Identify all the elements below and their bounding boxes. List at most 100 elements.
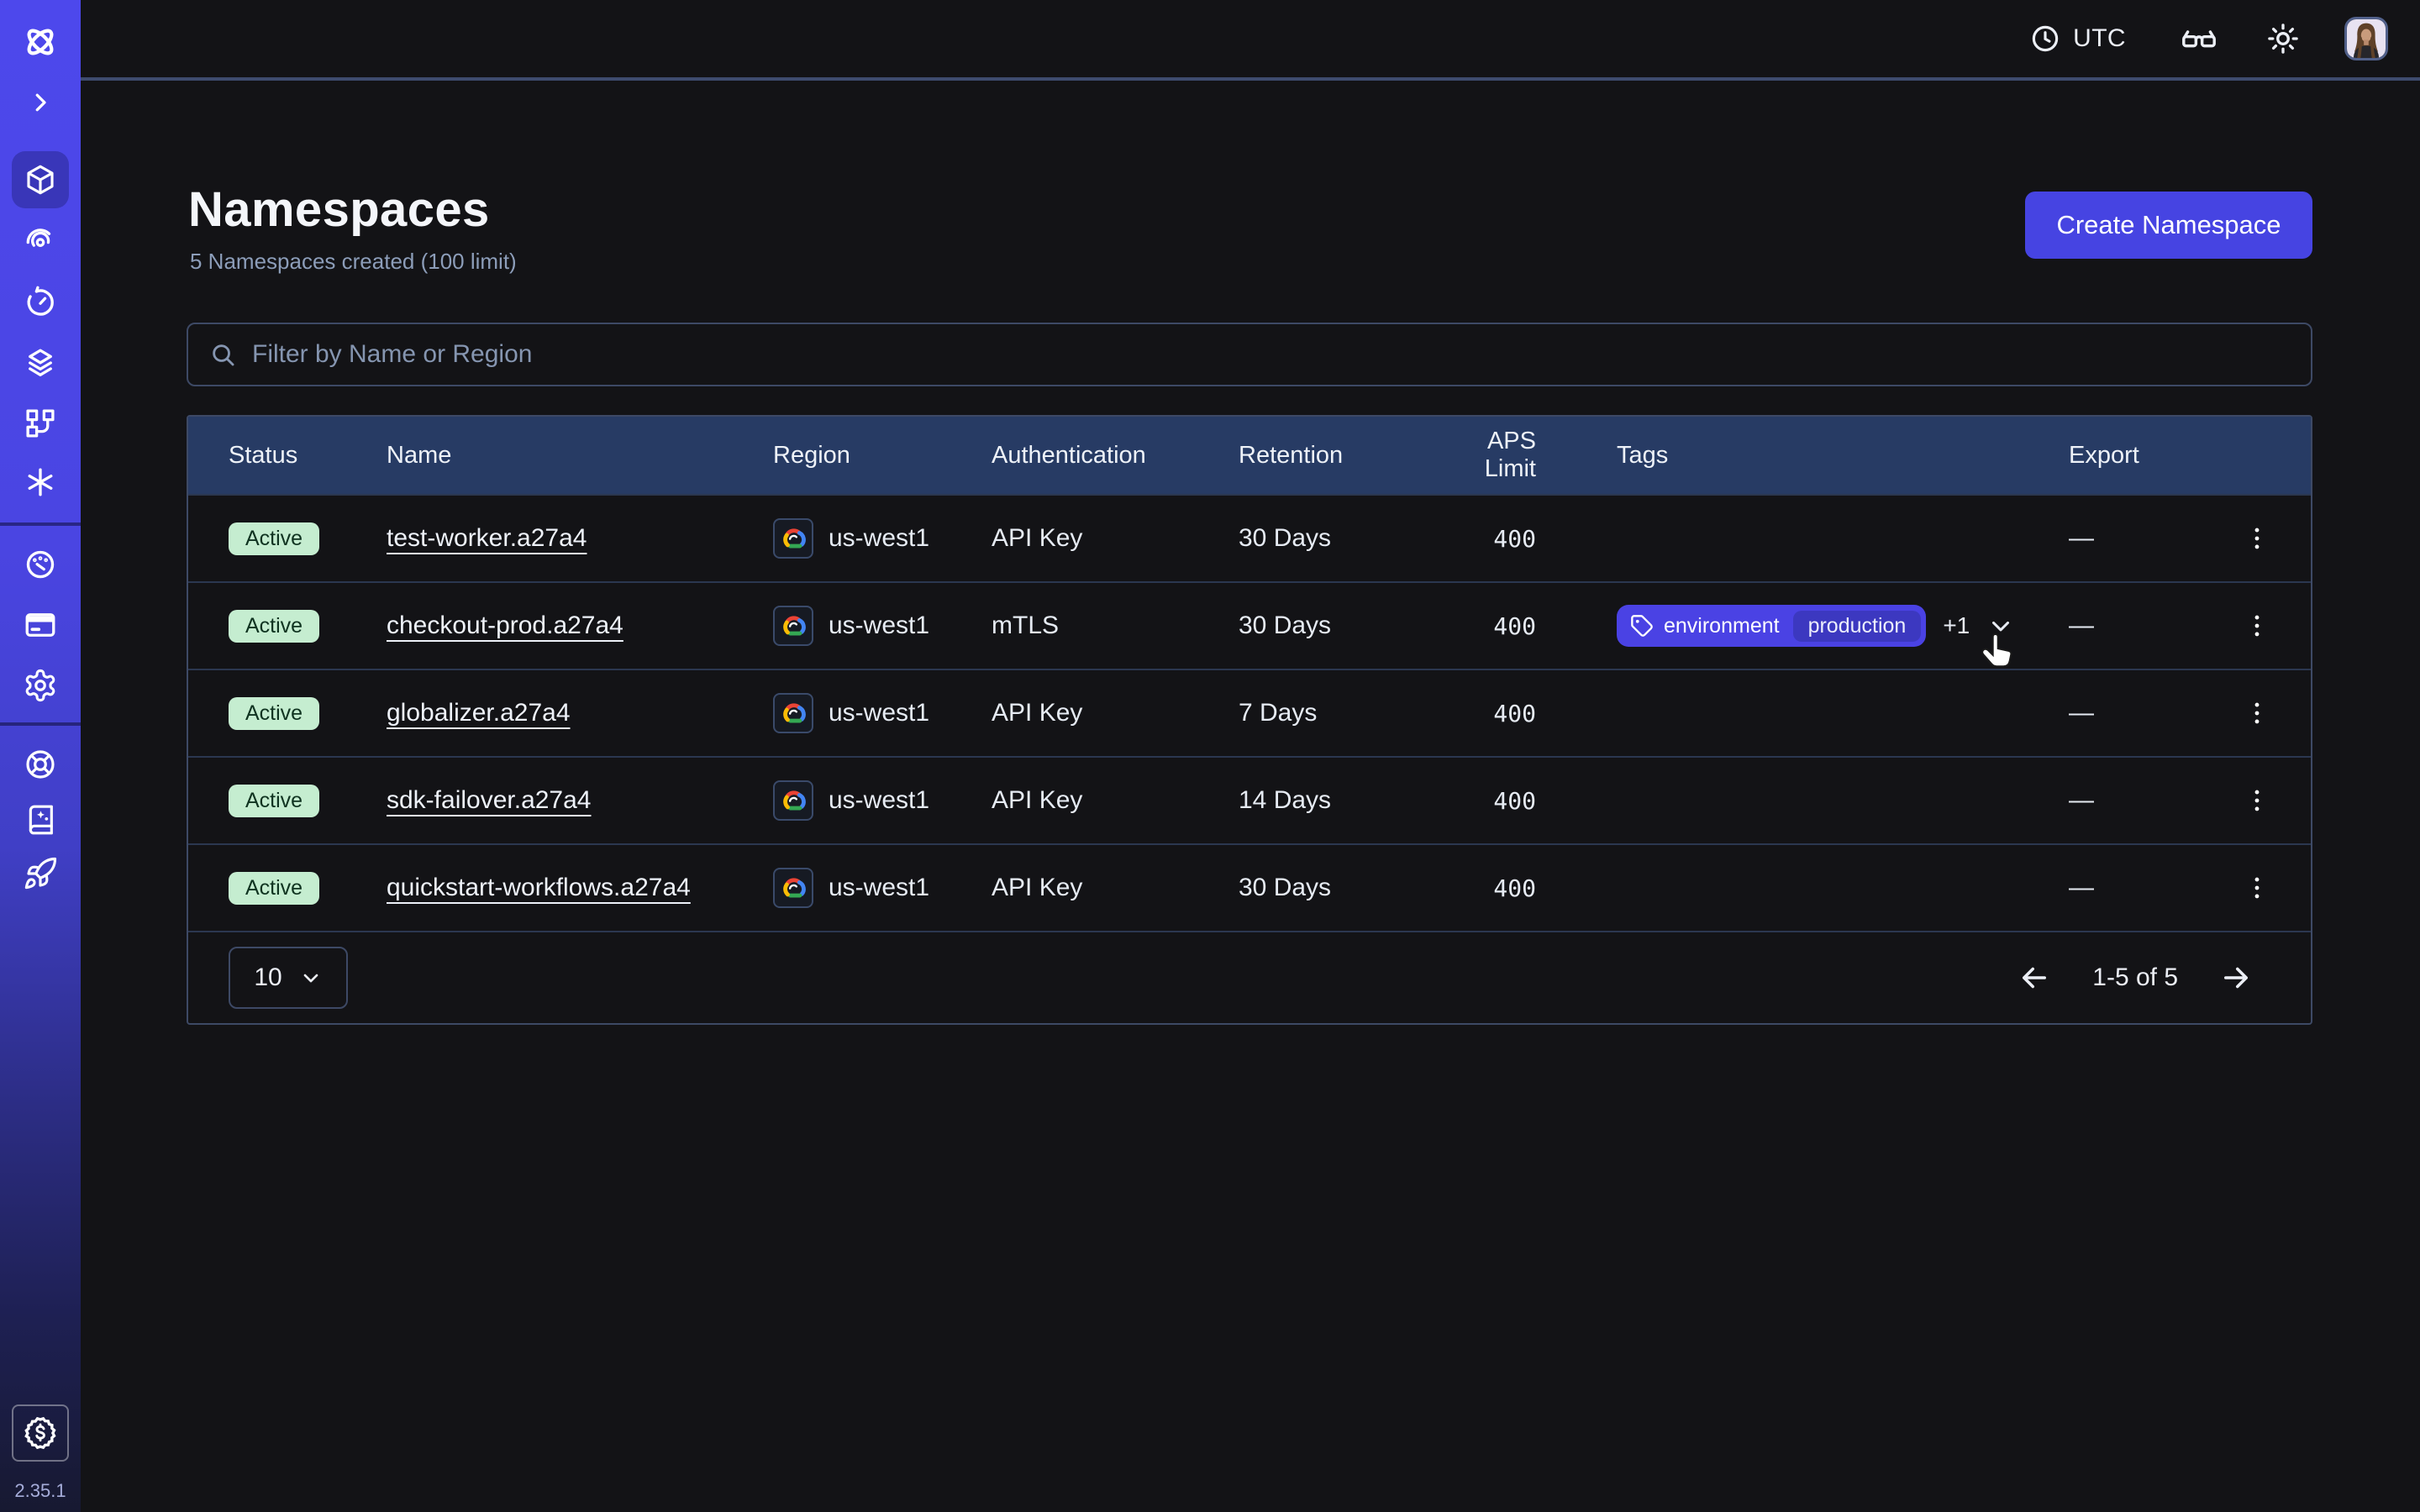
filter-input[interactable] — [252, 340, 2291, 369]
cost-badge-dollar-icon[interactable] — [12, 1404, 69, 1462]
sidebar-item-insights-icon[interactable] — [23, 223, 58, 258]
tag-key: environment — [1664, 614, 1780, 638]
status-badge: Active — [229, 872, 319, 905]
create-namespace-button[interactable]: Create Namespace — [2025, 192, 2312, 259]
auth-cell: API Key — [992, 874, 1239, 902]
chevron-down-icon — [299, 966, 323, 990]
tag-pill[interactable]: environment production — [1617, 605, 1926, 647]
status-badge: Active — [229, 610, 319, 643]
export-cell: — — [2069, 612, 2203, 640]
table-row: Active globalizer.a27a4 us-west1 API Key… — [188, 669, 2311, 756]
retention-cell: 30 Days — [1239, 874, 1430, 902]
auth-cell: mTLS — [992, 612, 1239, 640]
tags-expand-chevron-icon[interactable] — [1986, 612, 2015, 640]
sidebar: 2.35.1 — [0, 0, 81, 1512]
gcp-region-icon — [773, 693, 813, 733]
pagination-range: 1-5 of 5 — [2092, 963, 2178, 992]
row-actions-kebab-icon[interactable] — [2233, 777, 2281, 824]
namespaces-table: Status Name Region Authentication Retent… — [187, 415, 2312, 1025]
page-title: Namespaces — [188, 181, 490, 238]
page-size-select[interactable]: 10 — [229, 947, 348, 1009]
tags-cell: environment production +1 — [1576, 605, 2069, 647]
col-header-retention: Retention — [1239, 442, 1430, 470]
status-badge: Active — [229, 697, 319, 730]
table-row: Active test-worker.a27a4 us-west1 API Ke… — [188, 494, 2311, 581]
sidebar-item-workflows-icon[interactable] — [23, 406, 58, 441]
export-cell: — — [2069, 524, 2203, 553]
sidebar-item-billing-icon[interactable] — [23, 607, 58, 643]
sidebar-item-nexus-icon[interactable] — [23, 465, 58, 500]
sidebar-item-getting-started-icon[interactable] — [23, 856, 58, 891]
pagination-bar: 10 1-5 of 5 — [188, 931, 2311, 1023]
gcp-region-icon — [773, 780, 813, 821]
search-icon — [208, 340, 237, 369]
region-label: us-west1 — [829, 699, 929, 727]
gcp-region-icon — [773, 606, 813, 646]
retention-cell: 30 Days — [1239, 524, 1430, 553]
tags-more-count: +1 — [1943, 612, 1970, 639]
table-header-row: Status Name Region Authentication Retent… — [188, 417, 2311, 494]
tag-value: production — [1793, 611, 1922, 642]
region-label: us-west1 — [829, 612, 929, 640]
sidebar-expand-chevron-icon[interactable] — [28, 90, 53, 115]
col-header-name: Name — [387, 442, 773, 470]
user-avatar[interactable] — [2344, 17, 2388, 60]
sidebar-item-stacks-icon[interactable] — [23, 345, 58, 381]
col-header-authentication: Authentication — [992, 442, 1239, 470]
namespace-link[interactable]: quickstart-workflows.a27a4 — [387, 874, 691, 901]
export-cell: — — [2069, 699, 2203, 727]
auth-cell: API Key — [992, 786, 1239, 815]
status-badge: Active — [229, 785, 319, 817]
namespace-link[interactable]: test-worker.a27a4 — [387, 524, 587, 552]
page-size-value: 10 — [254, 963, 281, 992]
row-actions-kebab-icon[interactable] — [2233, 690, 2281, 737]
col-header-export: Export — [2069, 442, 2203, 470]
sidebar-item-usage-icon[interactable] — [23, 547, 58, 582]
sidebar-item-schedules-icon[interactable] — [23, 285, 58, 320]
sidebar-item-settings-icon[interactable] — [23, 668, 58, 703]
gcp-region-icon — [773, 868, 813, 908]
col-header-status: Status — [229, 442, 387, 470]
row-actions-kebab-icon[interactable] — [2233, 864, 2281, 911]
previous-page-arrow[interactable] — [2017, 960, 2052, 995]
col-header-aps-limit: APS Limit — [1430, 428, 1576, 483]
col-header-tags: Tags — [1576, 442, 2069, 470]
export-cell: — — [2069, 786, 2203, 815]
gcp-region-icon — [773, 518, 813, 559]
filter-bar — [187, 323, 2312, 386]
app-window: 2.35.1 UTC — [0, 0, 2420, 1512]
namespace-link[interactable]: globalizer.a27a4 — [387, 699, 571, 727]
timezone-selector[interactable]: UTC — [2029, 23, 2126, 55]
theme-toggle-sun-icon[interactable] — [2265, 21, 2301, 56]
retention-cell: 14 Days — [1239, 786, 1430, 815]
region-label: us-west1 — [829, 786, 929, 815]
aps-limit-cell: 400 — [1430, 787, 1576, 815]
namespace-link[interactable]: sdk-failover.a27a4 — [387, 786, 592, 814]
sidebar-divider — [0, 522, 81, 526]
topbar: UTC — [81, 0, 2420, 81]
auth-cell: API Key — [992, 699, 1239, 727]
status-badge: Active — [229, 522, 319, 555]
sidebar-item-namespaces[interactable] — [23, 162, 58, 197]
temporal-logo-icon[interactable] — [20, 22, 60, 62]
aps-limit-cell: 400 — [1430, 525, 1576, 553]
sidebar-divider — [0, 722, 81, 726]
row-actions-kebab-icon[interactable] — [2233, 602, 2281, 649]
region-label: us-west1 — [829, 874, 929, 902]
sidebar-item-support-icon[interactable] — [24, 748, 57, 781]
table-row: Active sdk-failover.a27a4 us-west1 API K… — [188, 756, 2311, 843]
glasses-icon[interactable] — [2180, 19, 2218, 58]
clock-icon — [2029, 23, 2061, 55]
tag-icon — [1630, 614, 1654, 638]
sidebar-item-docs-icon[interactable] — [24, 803, 57, 837]
aps-limit-cell: 400 — [1430, 874, 1576, 902]
namespace-link[interactable]: checkout-prod.a27a4 — [387, 612, 623, 639]
page-subtitle: 5 Namespaces created (100 limit) — [190, 249, 517, 275]
timezone-label: UTC — [2073, 24, 2126, 53]
auth-cell: API Key — [992, 524, 1239, 553]
aps-limit-cell: 400 — [1430, 700, 1576, 727]
col-header-region: Region — [773, 442, 992, 470]
row-actions-kebab-icon[interactable] — [2233, 515, 2281, 562]
next-page-arrow[interactable] — [2218, 960, 2254, 995]
retention-cell: 30 Days — [1239, 612, 1430, 640]
